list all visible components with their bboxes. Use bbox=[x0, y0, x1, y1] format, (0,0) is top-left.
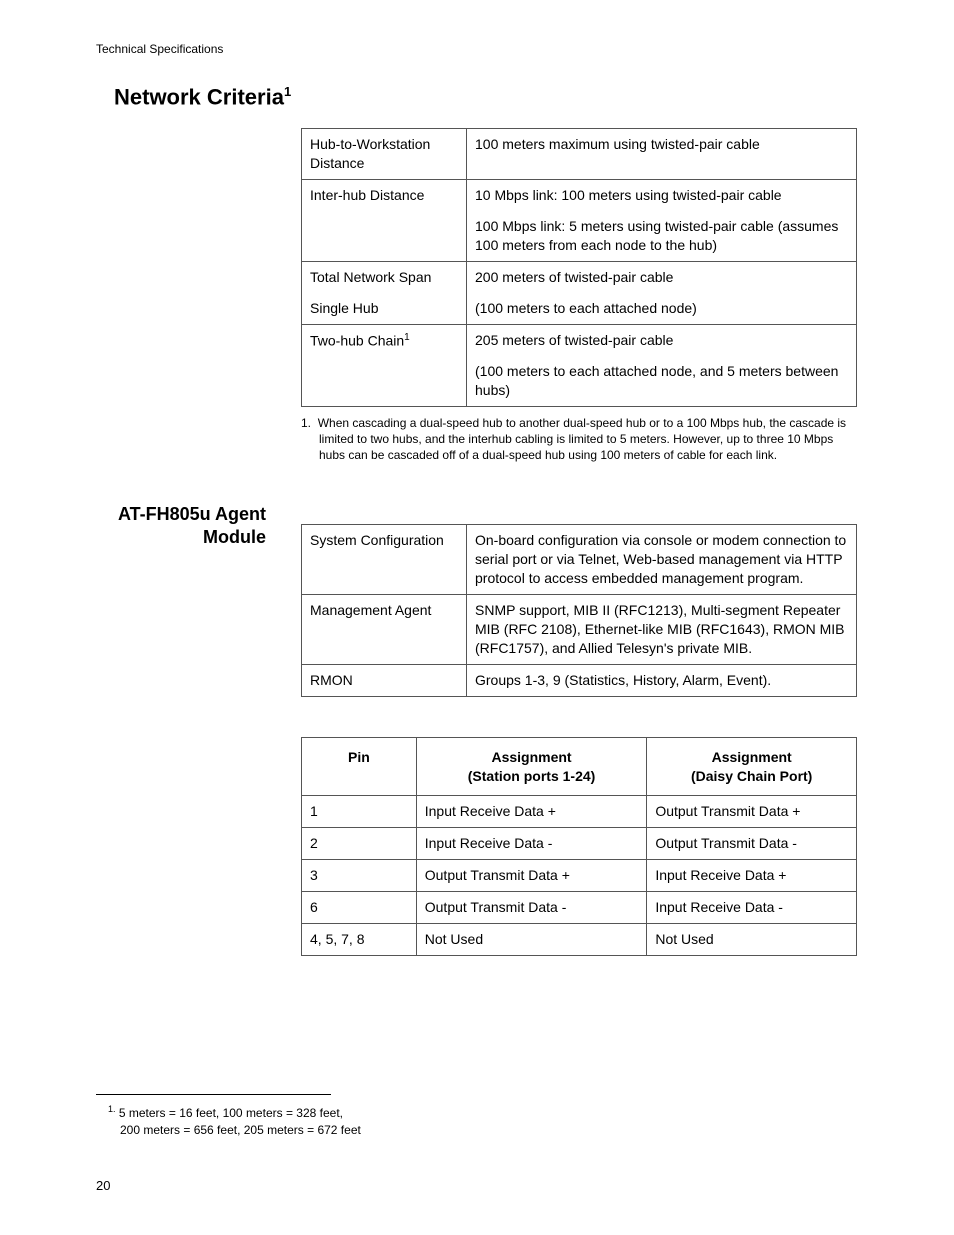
table-row: Hub-to-Workstation Distance 100 meters m… bbox=[302, 129, 857, 180]
table-row: System Configuration On-board configurat… bbox=[302, 525, 857, 595]
cell-label: Management Agent bbox=[302, 595, 467, 665]
cell-value: 100 meters maximum using twisted-pair ca… bbox=[467, 129, 857, 180]
table-row: 4, 5, 7, 8 Not Used Not Used bbox=[302, 924, 857, 956]
cell-a1: Output Transmit Data + bbox=[416, 860, 647, 892]
header-line1: Assignment bbox=[491, 749, 571, 765]
cell-label: Total Network Span bbox=[302, 261, 467, 292]
footnote-rule bbox=[96, 1094, 331, 1095]
table-row: 100 Mbps link: 5 meters using twisted-pa… bbox=[302, 211, 857, 261]
cell-label-text: Two-hub Chain bbox=[310, 332, 404, 348]
table-row: (100 meters to each attached node, and 5… bbox=[302, 356, 857, 406]
cell-label: RMON bbox=[302, 664, 467, 696]
cell-value: On-board configuration via console or mo… bbox=[467, 525, 857, 595]
cell-value: 200 meters of twisted-pair cable bbox=[467, 261, 857, 292]
header-line2: (Station ports 1-24) bbox=[468, 768, 596, 784]
cell-value: Groups 1-3, 9 (Statistics, History, Alar… bbox=[467, 664, 857, 696]
cell-value: 100 Mbps link: 5 meters using twisted-pa… bbox=[467, 211, 857, 261]
subsection-title-line2: Module bbox=[203, 527, 266, 547]
table-row: 3 Output Transmit Data + Input Receive D… bbox=[302, 860, 857, 892]
page-footnote: 1. 5 meters = 16 feet, 100 meters = 328 … bbox=[108, 1103, 361, 1139]
cell-value: (100 meters to each attached node) bbox=[467, 293, 857, 324]
table-footnote-num: 1. bbox=[301, 416, 311, 430]
network-criteria-table: Hub-to-Workstation Distance 100 meters m… bbox=[301, 128, 857, 407]
table-row: 1 Input Receive Data + Output Transmit D… bbox=[302, 796, 857, 828]
cell-value: SNMP support, MIB II (RFC1213), Multi-se… bbox=[467, 595, 857, 665]
cell-a2: Output Transmit Data + bbox=[647, 796, 857, 828]
cell-label: Single Hub bbox=[302, 293, 467, 324]
footnote-line1: 5 meters = 16 feet, 100 meters = 328 fee… bbox=[119, 1106, 343, 1120]
table-footnote: 1. When cascading a dual-speed hub to an… bbox=[301, 415, 857, 464]
cell-label: Two-hub Chain1 bbox=[302, 324, 467, 356]
cell-label: Inter-hub Distance bbox=[302, 180, 467, 211]
footnote-sup: 1. bbox=[108, 1104, 116, 1114]
table-header-row: Pin Assignment (Station ports 1-24) Assi… bbox=[302, 737, 857, 796]
cell-label-sup: 1 bbox=[404, 332, 410, 343]
cell-label: System Configuration bbox=[302, 525, 467, 595]
section-title-network-criteria: Network Criteria1 bbox=[114, 84, 858, 110]
header-line2: (Daisy Chain Port) bbox=[691, 768, 812, 784]
cell-label bbox=[302, 211, 467, 261]
cell-value: 205 meters of twisted-pair cable bbox=[467, 324, 857, 356]
footnote-line2: 200 meters = 656 feet, 205 meters = 672 … bbox=[108, 1123, 361, 1137]
subsection-title-agent-module: AT-FH805u Agent Module bbox=[96, 503, 266, 548]
header-pin: Pin bbox=[302, 737, 417, 796]
cell-a1: Input Receive Data + bbox=[416, 796, 647, 828]
header-assignment-daisy: Assignment (Daisy Chain Port) bbox=[647, 737, 857, 796]
cell-a2: Input Receive Data - bbox=[647, 892, 857, 924]
cell-pin: 2 bbox=[302, 828, 417, 860]
table-row: Single Hub (100 meters to each attached … bbox=[302, 293, 857, 324]
cell-pin: 1 bbox=[302, 796, 417, 828]
table-footnote-text: When cascading a dual-speed hub to anoth… bbox=[318, 416, 846, 462]
header-line1: Assignment bbox=[712, 749, 792, 765]
section-title-sup: 1 bbox=[284, 84, 291, 99]
table-row: 6 Output Transmit Data - Input Receive D… bbox=[302, 892, 857, 924]
cell-a2: Input Receive Data + bbox=[647, 860, 857, 892]
cell-pin: 3 bbox=[302, 860, 417, 892]
cell-a2: Not Used bbox=[647, 924, 857, 956]
cell-a1: Input Receive Data - bbox=[416, 828, 647, 860]
table-row: RMON Groups 1-3, 9 (Statistics, History,… bbox=[302, 664, 857, 696]
table-row: Inter-hub Distance 10 Mbps link: 100 met… bbox=[302, 180, 857, 211]
table-row: Management Agent SNMP support, MIB II (R… bbox=[302, 595, 857, 665]
subsection-title-line1: AT-FH805u Agent bbox=[118, 504, 266, 524]
table-row: Total Network Span 200 meters of twisted… bbox=[302, 261, 857, 292]
cell-a1: Output Transmit Data - bbox=[416, 892, 647, 924]
cell-a2: Output Transmit Data - bbox=[647, 828, 857, 860]
table-row: 2 Input Receive Data - Output Transmit D… bbox=[302, 828, 857, 860]
page-number: 20 bbox=[96, 1178, 110, 1193]
cell-pin: 4, 5, 7, 8 bbox=[302, 924, 417, 956]
section-title-text: Network Criteria bbox=[114, 84, 284, 109]
cell-value: 10 Mbps link: 100 meters using twisted-p… bbox=[467, 180, 857, 211]
cell-label bbox=[302, 356, 467, 406]
cell-pin: 6 bbox=[302, 892, 417, 924]
cell-value: (100 meters to each attached node, and 5… bbox=[467, 356, 857, 406]
cell-a1: Not Used bbox=[416, 924, 647, 956]
table-row: Two-hub Chain1 205 meters of twisted-pai… bbox=[302, 324, 857, 356]
agent-module-table: System Configuration On-board configurat… bbox=[301, 524, 857, 696]
pin-assignment-table: Pin Assignment (Station ports 1-24) Assi… bbox=[301, 737, 857, 956]
header-assignment-station: Assignment (Station ports 1-24) bbox=[416, 737, 647, 796]
running-header: Technical Specifications bbox=[96, 42, 858, 56]
cell-label: Hub-to-Workstation Distance bbox=[302, 129, 467, 180]
